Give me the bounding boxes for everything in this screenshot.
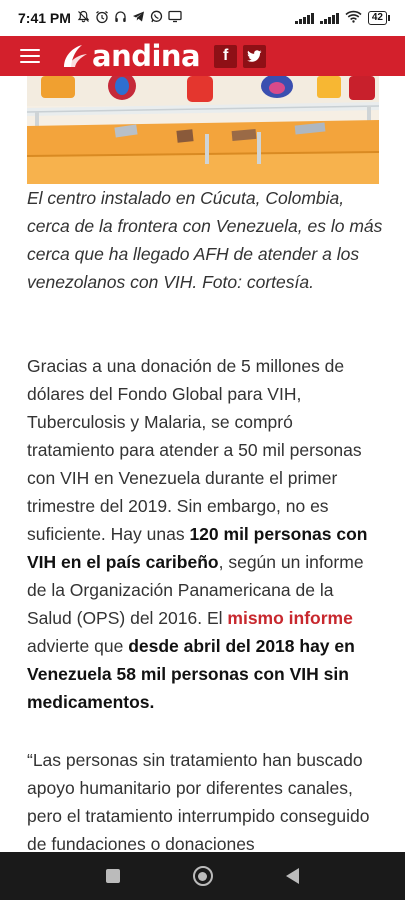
signal-icon [319, 12, 339, 24]
paragraph-text: advierte que [27, 636, 129, 656]
recents-button[interactable] [106, 869, 121, 883]
whatsapp-icon [150, 10, 163, 26]
photo-caption: El centro instalado en Cúcuta, Colombia,… [27, 188, 383, 292]
back-button[interactable] [285, 868, 299, 884]
article-paragraph: “Las personas sin tratamiento han buscad… [27, 750, 370, 852]
social-links: f [214, 44, 267, 68]
twitter-button[interactable] [243, 44, 267, 68]
notification-icons [77, 10, 182, 27]
status-bar: 7:41 PM 42 [0, 0, 405, 36]
status-time: 7:41 PM [18, 10, 71, 26]
home-button[interactable] [192, 866, 213, 886]
mute-icon [77, 10, 90, 26]
article-content: El centro instalado en Cúcuta, Colombia,… [0, 76, 405, 852]
wifi-icon [345, 10, 362, 26]
telegram-icon [132, 10, 145, 26]
alarm-icon [95, 10, 109, 27]
facebook-button[interactable]: f [214, 44, 238, 68]
twitter-icon [247, 49, 262, 62]
brand-name: andina [92, 39, 201, 73]
screen-icon [168, 10, 182, 26]
battery-icon: 42 [367, 11, 391, 25]
app-header: andina f [0, 36, 405, 76]
article-photo [27, 76, 379, 184]
system-nav-bar [0, 852, 405, 900]
headphones-icon [114, 10, 127, 26]
home-icon [198, 871, 208, 881]
menu-icon[interactable] [20, 49, 40, 63]
signal-icon [294, 12, 314, 24]
facebook-icon: f [222, 47, 229, 64]
mismo-informe-link[interactable]: mismo informe [227, 608, 352, 628]
andina-logo[interactable]: andina [60, 39, 201, 73]
paragraph-text: Gracias a una donación de 5 millones de … [27, 356, 362, 544]
article-paragraph: Gracias a una donación de 5 millones de … [27, 352, 383, 716]
andina-logo-mark-icon [64, 45, 87, 67]
system-indicators: 42 [294, 10, 391, 26]
